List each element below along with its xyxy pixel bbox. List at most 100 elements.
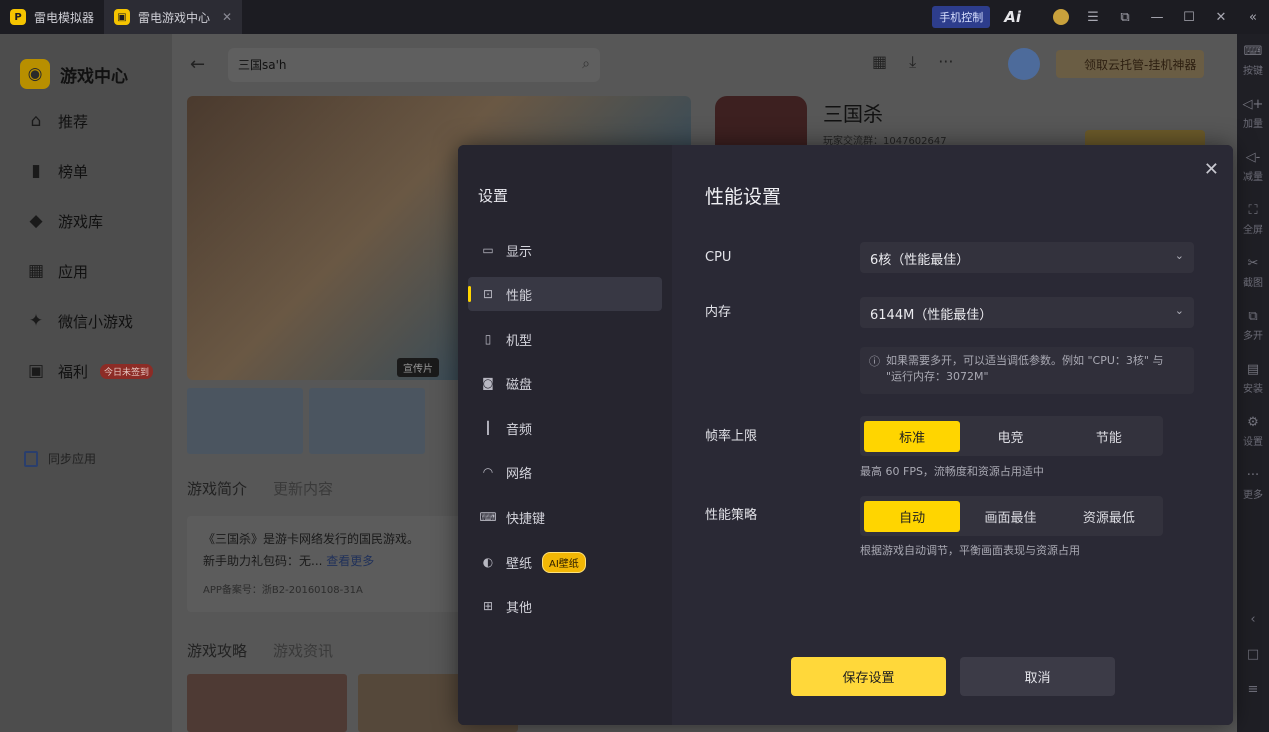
- gift-icon: ▣: [27, 361, 45, 381]
- keyboard-icon: ⌨: [479, 510, 497, 524]
- top-bar: ← 三国sa'h ⌕ ▦ ⤓ ··· 领取云托管-挂机神器: [172, 46, 1237, 86]
- page-title: 性能设置: [705, 186, 782, 208]
- memory-label: 内存: [705, 305, 732, 320]
- nav-item-welfare[interactable]: ▣ 福利 今日未签到: [0, 346, 172, 396]
- search-value: 三国sa'h: [238, 58, 287, 72]
- sync-label: 同步应用: [48, 452, 97, 466]
- fps-option-saving[interactable]: 节能: [1061, 421, 1157, 452]
- maximize-icon[interactable]: ☐: [1173, 0, 1205, 34]
- thumbnail-strip: [187, 388, 425, 454]
- minimize-icon[interactable]: —: [1141, 0, 1173, 34]
- android-back-icon[interactable]: ‹: [1250, 612, 1255, 627]
- tab-updates[interactable]: 更新内容: [273, 478, 333, 499]
- rb-label: 加量: [1243, 119, 1263, 130]
- settings-item-label: 性能: [506, 288, 533, 304]
- strategy-label: 性能策略: [705, 508, 758, 523]
- close-window-icon[interactable]: ✕: [1205, 0, 1237, 34]
- settings-item-display[interactable]: ▭ 显示: [468, 233, 662, 267]
- close-icon[interactable]: ✕: [1204, 159, 1219, 180]
- nav-item-mini-games[interactable]: ✦ 微信小游戏: [0, 296, 172, 346]
- cpu-select[interactable]: 6核（性能最佳） ⌄: [860, 242, 1194, 273]
- keymap-button[interactable]: ⌨ 按键: [1237, 34, 1269, 87]
- settings-button[interactable]: ⚙ 设置: [1237, 405, 1269, 458]
- search-input[interactable]: 三国sa'h ⌕: [228, 48, 600, 82]
- info-icon: ⓘ: [869, 355, 880, 368]
- nav-item-apps[interactable]: ▦ 应用: [0, 246, 172, 296]
- tab-emulator[interactable]: P 雷电模拟器: [0, 0, 104, 34]
- fps-segmented-control: 标准 电竞 节能: [860, 416, 1163, 456]
- save-button[interactable]: 保存设置: [791, 657, 946, 696]
- nav-label: 应用: [58, 262, 89, 281]
- tab-intro[interactable]: 游戏简介: [187, 478, 247, 499]
- fps-note: 最高 60 FPS，流畅度和资源占用适中: [860, 465, 1044, 478]
- settings-item-label: 快捷键: [506, 511, 546, 527]
- install-button[interactable]: ▤ 安装: [1237, 352, 1269, 405]
- hint-line: "运行内存：3072M": [886, 370, 989, 383]
- fps-label: 帧率上限: [705, 429, 758, 444]
- thumbnail[interactable]: [187, 388, 303, 454]
- cloud-hosting-button[interactable]: 领取云托管-挂机神器: [1056, 50, 1204, 78]
- settings-item-label: 网络: [506, 466, 533, 482]
- tab-close-icon[interactable]: ✕: [222, 10, 232, 24]
- rb-label: 按键: [1243, 66, 1263, 77]
- menu-icon[interactable]: ☰: [1077, 0, 1109, 34]
- tab-game-center[interactable]: ▣ 雷电游戏中心 ✕: [104, 0, 243, 34]
- keyboard-icon: ⌨: [1243, 44, 1263, 59]
- sync-apps-button[interactable]: 同步应用: [24, 450, 96, 467]
- fullscreen-button[interactable]: ⛶ 全屏: [1237, 193, 1269, 246]
- fps-option-standard[interactable]: 标准: [864, 420, 961, 452]
- cancel-button[interactable]: 取消: [960, 657, 1115, 696]
- right-toolbar: ⌨ 按键 ◁+ 加量 ◁- 减量 ⛶ 全屏 ✂ 截图 ⧉ 多开 ▤ 安装 ⚙ 设置 ··· 更多 …: [1237, 34, 1269, 732]
- fps-option-esports[interactable]: 电竞: [962, 421, 1058, 452]
- performance-icon: ⊡: [482, 287, 494, 301]
- settings-item-wallpaper[interactable]: ◐ 壁纸 AI壁纸: [468, 545, 662, 579]
- thumbnail[interactable]: [309, 388, 425, 454]
- game-center-logo-icon: ▣: [114, 9, 131, 25]
- strategy-note: 根据游戏自动调节，平衡画面表现与资源占用: [860, 544, 1080, 557]
- android-home-icon[interactable]: □: [1247, 647, 1259, 662]
- window-mode-icon[interactable]: ⧉: [1109, 0, 1141, 34]
- strategy-option-low[interactable]: 资源最低: [1061, 501, 1157, 532]
- volume-down-icon: ◁-: [1245, 150, 1261, 165]
- settings-item-device[interactable]: ▯ 机型: [468, 322, 662, 356]
- settings-item-hotkeys[interactable]: ⌨ 快捷键: [468, 500, 662, 534]
- sign-in-badge: 今日未签到: [100, 363, 154, 379]
- guide-thumbnail[interactable]: [187, 674, 347, 732]
- memory-select[interactable]: 6144M（性能最佳） ⌄: [860, 297, 1194, 328]
- search-icon[interactable]: ⌕: [582, 56, 590, 72]
- settings-item-audio[interactable]: ┃ 音频: [468, 411, 662, 445]
- settings-item-label: 显示: [506, 244, 533, 260]
- settings-item-network[interactable]: ◠ 网络: [468, 455, 662, 489]
- collapse-sidebar-icon[interactable]: «: [1237, 0, 1269, 34]
- settings-item-disk[interactable]: ◙ 磁盘: [468, 366, 662, 400]
- nav-item-library[interactable]: ◆ 游戏库: [0, 196, 172, 246]
- see-more-link[interactable]: 查看更多: [326, 554, 374, 568]
- ai-button[interactable]: Ai: [1004, 8, 1021, 26]
- android-menu-icon[interactable]: ≡: [1248, 682, 1259, 697]
- nav-item-ranking[interactable]: ▮ 榜单: [0, 146, 172, 196]
- download-icon[interactable]: ⤓: [909, 52, 916, 72]
- volume-down-button[interactable]: ◁- 减量: [1237, 140, 1269, 193]
- more-button[interactable]: ··· 更多: [1237, 458, 1269, 511]
- nav-item-recommend[interactable]: ⌂ 推荐: [0, 96, 172, 146]
- memory-value: 6144M（性能最佳）: [870, 308, 993, 323]
- avatar[interactable]: [1008, 48, 1040, 80]
- strategy-option-auto[interactable]: 自动: [864, 500, 961, 532]
- user-avatar-icon[interactable]: [1045, 0, 1077, 34]
- more-icon[interactable]: ···: [938, 52, 953, 72]
- tab-news[interactable]: 游戏资讯: [273, 640, 333, 661]
- settings-item-other[interactable]: ⊞ 其他: [468, 589, 662, 623]
- settings-item-performance[interactable]: ⊡ 性能: [468, 277, 662, 311]
- scissors-icon: ✂: [1247, 256, 1259, 271]
- back-arrow-icon[interactable]: ←: [190, 54, 205, 75]
- strategy-option-quality[interactable]: 画面最佳: [962, 501, 1058, 532]
- screenshot-button[interactable]: ✂ 截图: [1237, 246, 1269, 299]
- calendar-icon[interactable]: ▦: [872, 52, 887, 72]
- multi-instance-button[interactable]: ⧉ 多开: [1237, 299, 1269, 352]
- tab-guides[interactable]: 游戏攻略: [187, 640, 247, 661]
- multi-instance-hint: ⓘ 如果需要多开，可以适当调低参数。例如 "CPU：3核" 与 "运行内存：30…: [860, 347, 1194, 394]
- volume-up-icon: ◁+: [1242, 97, 1264, 112]
- hint-line: 如果需要多开，可以适当调低参数。例如 "CPU：3核" 与: [886, 354, 1164, 367]
- phone-control-button[interactable]: 手机控制: [932, 6, 991, 28]
- volume-up-button[interactable]: ◁+ 加量: [1237, 87, 1269, 140]
